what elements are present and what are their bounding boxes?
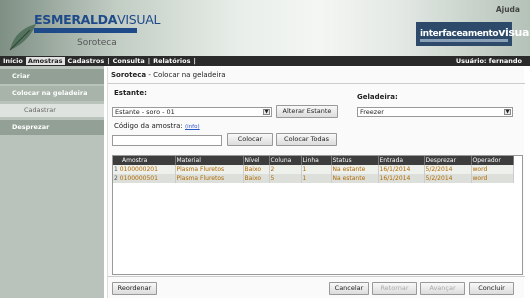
cell-desprezar: 5/2/2014 [424, 165, 472, 174]
row-number: 2 [114, 175, 118, 182]
table-row[interactable]: 1 0100000201 Plasma Fluretos Baixo 2 1 N… [113, 165, 514, 174]
divider [108, 83, 525, 84]
cell-status: Na estante [331, 165, 379, 174]
cell-amostra: 2 0100000501 [113, 174, 176, 183]
site-name: Soroteca [77, 38, 117, 48]
cell-status: Na estante [331, 174, 379, 183]
codigo-input[interactable] [112, 135, 222, 146]
chevron-down-icon: ▼ [263, 109, 270, 115]
cell-material: Plasma Fluretos [175, 165, 244, 174]
col-linha[interactable]: Linha [301, 156, 332, 165]
estante-value: Estante - soro - 01 [115, 108, 175, 116]
samples-table: Amostra Material Nível Coluna Linha Stat… [112, 155, 523, 275]
nav-separator: | [193, 57, 196, 65]
logo-primary: ESMERALDA [34, 12, 118, 27]
cell-linha: 1 [301, 174, 332, 183]
col-status[interactable]: Status [331, 156, 379, 165]
nav-amostras[interactable]: Amostras [25, 57, 65, 65]
codigo-info-link[interactable]: (info) [185, 124, 200, 130]
table-row[interactable]: 2 0100000501 Plasma Fluretos Baixo 5 1 N… [113, 174, 514, 183]
col-coluna[interactable]: Coluna [269, 156, 302, 165]
help-link[interactable]: Ajuda [496, 5, 520, 14]
row-number: 1 [114, 166, 118, 173]
cell-material: Plasma Fluretos [175, 174, 244, 183]
cell-amostra: 1 0100000201 [113, 165, 176, 174]
sidebar-item-desprezar[interactable]: Desprezar [0, 120, 104, 135]
esmeralda-logo: ESMERALDA VISUAL [34, 12, 160, 33]
geladeira-label: Geladeira: [357, 93, 398, 101]
cancelar-button[interactable]: Cancelar [329, 282, 369, 295]
col-desprezar[interactable]: Desprezar [424, 156, 472, 165]
logo-bar [34, 28, 137, 33]
sidebar: Criar Colocar na geladeira Cadastrar Des… [0, 66, 104, 298]
sidebar-item-criar[interactable]: Criar [0, 69, 104, 84]
estante-label: Estante: [114, 89, 147, 97]
estante-select[interactable]: Estante - soro - 01 ▼ [112, 107, 272, 117]
cell-operador: word [471, 174, 514, 183]
cell-desprezar: 5/2/2014 [424, 174, 472, 183]
cell-entrada: 16/1/2014 [378, 165, 425, 174]
cell-nivel: Baixo [243, 165, 270, 174]
app-header: ESMERALDA VISUAL Soroteca Ajuda interfac… [0, 0, 530, 56]
cell-linha: 1 [301, 165, 332, 174]
avancar-button[interactable]: Avançar [420, 282, 465, 295]
brand-right-b: visual [498, 26, 530, 39]
cell-coluna: 5 [269, 174, 302, 183]
brand-right-a: interfaceamento [420, 29, 499, 39]
main-panel: Soroteca - Colocar na geladeira Estante:… [107, 67, 525, 298]
cell-entrada: 16/1/2014 [378, 174, 425, 183]
col-material[interactable]: Material [175, 156, 244, 165]
nav-separator: | [147, 57, 151, 65]
chevron-down-icon: ▼ [504, 109, 511, 115]
reordenar-button[interactable]: Reordenar [112, 282, 157, 295]
col-nivel[interactable]: Nível [243, 156, 270, 165]
cell-coluna: 2 [269, 165, 302, 174]
colocar-todas-button[interactable]: Colocar Todas [276, 133, 337, 146]
col-entrada[interactable]: Entrada [378, 156, 425, 165]
geladeira-select[interactable]: Freezer ▼ [357, 107, 513, 117]
retornar-button[interactable]: Retornar [372, 282, 417, 295]
user-label: Usuário: fernando [455, 57, 522, 65]
breadcrumb-page: - Colocar na geladeira [146, 71, 226, 79]
cell-operador: word [471, 165, 514, 174]
sidebar-item-colocar-na-geladeira[interactable]: Colocar na geladeira [0, 86, 104, 101]
alterar-estante-button[interactable]: Alterar Estante [276, 105, 338, 118]
col-amostra[interactable]: Amostra [113, 156, 176, 165]
logo-secondary: VISUAL [117, 12, 161, 27]
breadcrumb-section: Soroteca [111, 71, 147, 79]
col-operador[interactable]: Operador [471, 156, 514, 165]
brand-right-bar [420, 39, 508, 42]
codigo-label-text: Código da amostra: [114, 122, 183, 130]
colocar-button[interactable]: Colocar [227, 133, 273, 146]
geladeira-value: Freezer [360, 108, 384, 116]
sidebar-item-cadastrar[interactable]: Cadastrar [0, 104, 104, 117]
footer-divider [108, 276, 525, 277]
table-header-row: Amostra Material Nível Coluna Linha Stat… [113, 156, 514, 165]
nav-relatorios[interactable]: Relatórios [153, 57, 190, 65]
codigo-label: Código da amostra: (info) [114, 122, 200, 130]
cell-nivel: Baixo [243, 174, 270, 183]
nav-inicio[interactable]: Início [3, 57, 23, 65]
interfaceamento-visual-logo: interfaceamentovisual [416, 22, 530, 46]
nav-separator: | [107, 57, 110, 65]
nav-consulta[interactable]: Consulta [113, 57, 145, 65]
concluir-button[interactable]: Concluir [469, 282, 514, 295]
breadcrumb: Soroteca - Colocar na geladeira [111, 71, 226, 79]
top-nav: Início Amostras Cadastros | Consulta | R… [0, 56, 530, 66]
nav-cadastros[interactable]: Cadastros [68, 57, 105, 65]
